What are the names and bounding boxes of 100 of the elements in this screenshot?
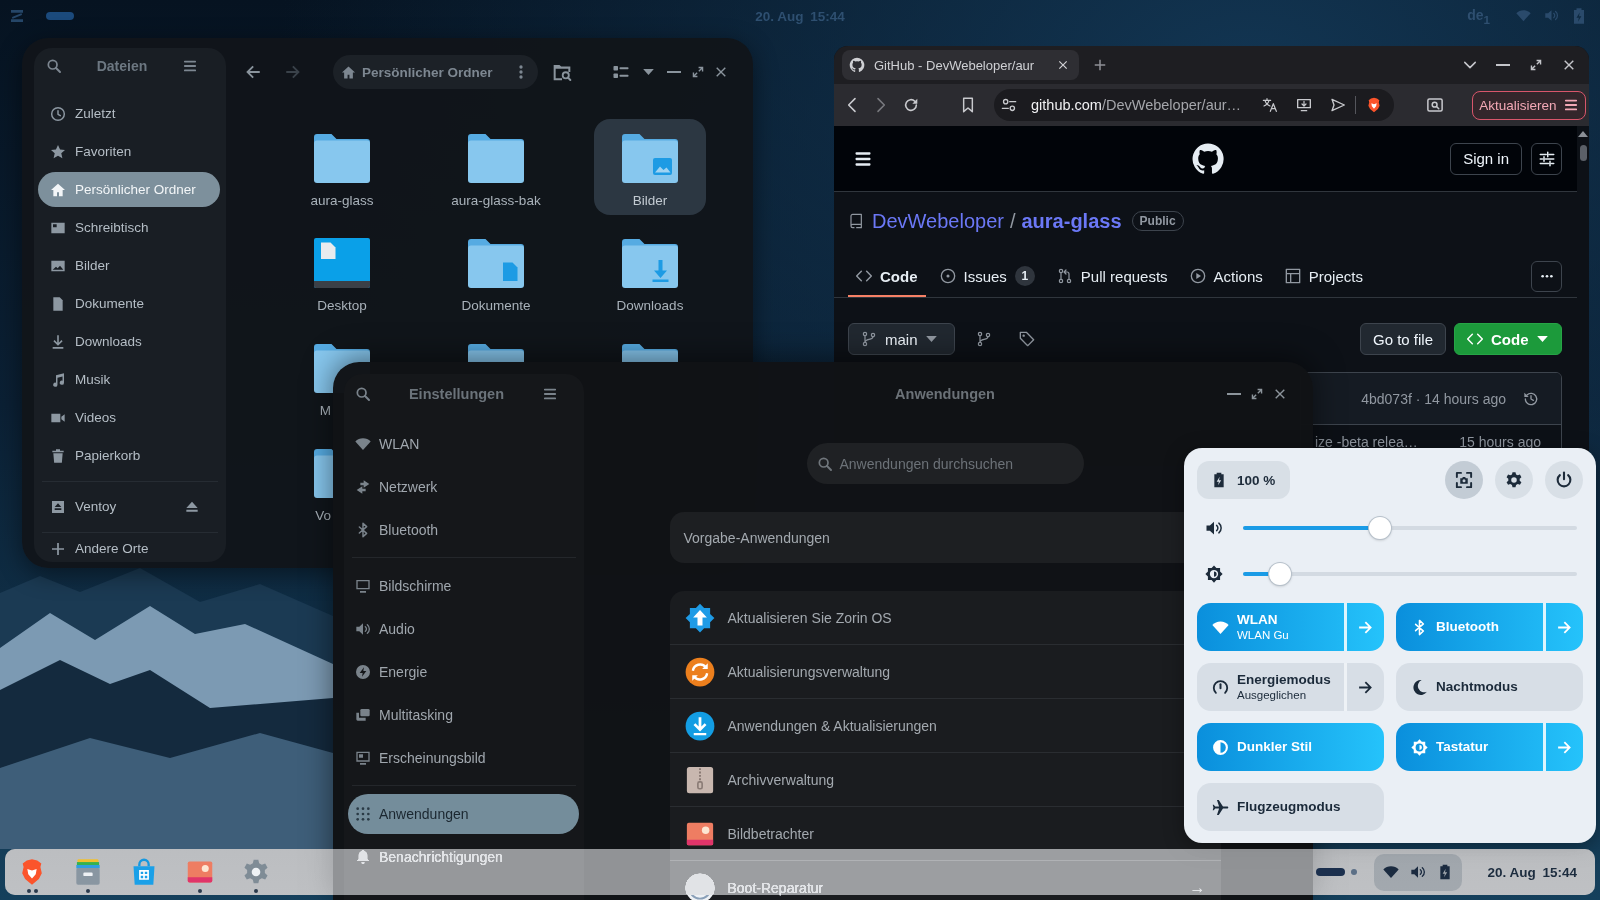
sidebar-item[interactable]: Videos — [38, 400, 220, 435]
sidebar-item[interactable]: Bluetooth — [348, 509, 579, 550]
lion-shield-icon[interactable] — [1366, 97, 1382, 113]
go-to-file-button[interactable]: Go to file — [1359, 323, 1446, 355]
scroll-up-icon[interactable] — [1578, 131, 1588, 137]
sidebar-item[interactable]: Downloads — [38, 324, 220, 359]
browser-tab[interactable]: GitHub - DevWebeloper/aur — [842, 50, 1079, 80]
sidebar-item[interactable]: Netzwerk — [348, 466, 579, 507]
folder-icon[interactable] — [468, 133, 524, 183]
send-icon[interactable] — [1329, 97, 1346, 113]
more-button[interactable] — [1531, 260, 1562, 292]
slider-track[interactable] — [1243, 517, 1577, 539]
quick-toggle[interactable]: Nachtmodus — [1396, 663, 1583, 711]
system-tray[interactable] — [1374, 853, 1463, 891]
reload-icon[interactable] — [903, 97, 919, 113]
sign-in-button[interactable]: Sign in — [1450, 142, 1522, 175]
sidebar-item[interactable]: Ventoy — [38, 489, 220, 524]
battery-button[interactable]: 100 % — [1197, 461, 1290, 499]
sidebar-item[interactable]: Multitasking — [348, 694, 579, 735]
commit-message[interactable]: ize -beta relea… — [1315, 434, 1418, 450]
sun-icon — [1205, 565, 1223, 583]
list-view-icon[interactable] — [612, 63, 630, 81]
repo-tab[interactable]: Pull requests — [1048, 255, 1176, 297]
close-icon[interactable] — [1273, 387, 1287, 401]
maximize-icon[interactable] — [1529, 58, 1543, 72]
owner-link[interactable]: DevWebeloper — [872, 209, 1004, 233]
tag-icon[interactable] — [1019, 331, 1035, 347]
site-settings-icon[interactable] — [1001, 97, 1017, 113]
sidebar-item[interactable]: WLAN — [348, 423, 579, 464]
sidebar-item[interactable]: Schreibtisch — [38, 210, 220, 245]
reader-mode-icon[interactable] — [1426, 96, 1444, 114]
document-folder-icon[interactable] — [468, 238, 524, 288]
sidebar-item[interactable]: Andere Orte — [38, 536, 220, 561]
branch-icon[interactable] — [976, 331, 992, 347]
download-folder-icon[interactable] — [622, 238, 678, 288]
repo-tab[interactable]: Code — [848, 255, 926, 297]
translate-icon[interactable] — [1261, 97, 1278, 113]
file-name[interactable]: Bilder — [632, 193, 668, 209]
close-icon[interactable] — [1057, 59, 1069, 71]
power-button[interactable] — [1545, 461, 1583, 499]
history-icon[interactable] — [1523, 390, 1539, 407]
code-button[interactable]: Code — [1454, 323, 1562, 355]
sidebar-item[interactable]: Favoriten — [38, 134, 220, 169]
repo-tab[interactable]: Actions — [1181, 255, 1271, 297]
desktop-folder-icon[interactable] — [314, 238, 370, 288]
file-name[interactable]: Downloads — [616, 298, 684, 314]
file-name[interactable]: Vo — [315, 508, 331, 524]
file-name[interactable]: aura-glass — [310, 193, 374, 209]
workspace-indicator-icon[interactable] — [1316, 868, 1359, 876]
latest-commit-text[interactable]: 4bd073f · 14 hours ago — [1361, 390, 1506, 407]
stacked-windows-icon — [355, 706, 371, 723]
bookmark-icon[interactable] — [960, 97, 976, 113]
repo-tab[interactable]: Projects — [1276, 255, 1371, 297]
picture-folder-icon[interactable] — [622, 133, 678, 183]
sidebar-item[interactable]: Bildschirme — [348, 565, 579, 606]
sidebar-item[interactable]: Dokumente — [38, 286, 220, 321]
quick-toggle[interactable]: Energiemodus Ausgeglichen — [1197, 663, 1384, 711]
sidebar-item[interactable]: Bilder — [38, 248, 220, 283]
install-icon[interactable] — [1295, 97, 1312, 113]
close-icon[interactable] — [1562, 58, 1576, 72]
folder-search-icon[interactable] — [552, 62, 572, 82]
update-button[interactable]: Aktualisieren — [1472, 90, 1586, 120]
folder-icon[interactable] — [314, 448, 333, 498]
repo-tab[interactable]: Issues 1 — [931, 255, 1043, 297]
sidebar-item[interactable]: Audio — [348, 608, 579, 649]
slider-thumb[interactable] — [1368, 517, 1391, 539]
folder-icon[interactable] — [314, 133, 370, 183]
screenshot-button[interactable] — [1445, 461, 1483, 499]
search-icon[interactable] — [46, 57, 62, 74]
clock[interactable]: 20. Aug 15:44 — [1487, 864, 1577, 880]
quick-toggle[interactable]: Flugzeugmodus — [1197, 783, 1384, 831]
file-name[interactable]: aura-glass-bak — [451, 193, 541, 209]
sidebar-item[interactable]: Papierkorb — [38, 438, 220, 473]
sidebar-item[interactable]: Anwendungen — [348, 793, 579, 834]
settings-button[interactable] — [1531, 142, 1562, 175]
plus-icon[interactable] — [1093, 58, 1107, 72]
sidebar-item[interactable]: Musik — [38, 362, 220, 397]
branch-button[interactable]: main — [848, 323, 955, 355]
file-name[interactable]: Desktop — [317, 298, 367, 314]
path-segment[interactable]: Persönlicher Ordner — [362, 64, 493, 80]
cat-logo-icon[interactable] — [1190, 141, 1225, 176]
file-name[interactable]: Dokumente — [461, 298, 531, 314]
close-icon[interactable] — [714, 65, 728, 79]
sidebar-item[interactable]: Zuletzt — [38, 96, 220, 131]
sidebar-item[interactable]: Erscheinungsbild — [348, 737, 579, 778]
repo-link[interactable]: aura-glass — [1021, 209, 1122, 233]
running-dot — [254, 889, 258, 893]
scrollbar-thumb[interactable] — [1580, 145, 1587, 161]
maximize-icon[interactable] — [691, 65, 705, 79]
caret-icon[interactable] — [643, 69, 654, 75]
slider-track[interactable] — [1243, 563, 1577, 585]
settings-button[interactable] — [1495, 461, 1533, 499]
sidebar-item[interactable]: Energie — [348, 651, 579, 692]
back-arrow-icon[interactable] — [244, 63, 262, 81]
file-name[interactable]: M — [319, 403, 331, 419]
screenshot-icon — [1455, 471, 1473, 489]
search-icon[interactable] — [355, 386, 371, 402]
slider-thumb[interactable] — [1268, 563, 1291, 585]
maximize-icon[interactable] — [1250, 387, 1264, 401]
address-field[interactable]: github.com/DevWebeloper/aur… — [994, 89, 1394, 121]
